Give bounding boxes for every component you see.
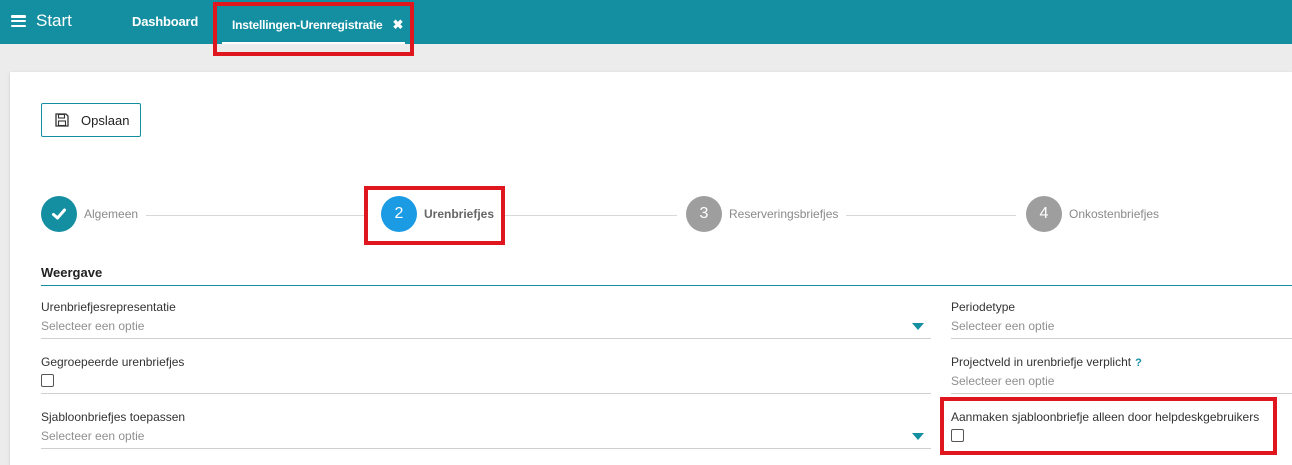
save-label: Opslaan bbox=[81, 112, 130, 128]
step-connector bbox=[505, 215, 677, 216]
projectveld-select[interactable]: Selecteer een optie bbox=[951, 374, 1292, 388]
checkmark-icon bbox=[41, 196, 77, 232]
urenbriefjesrepresentatie-select[interactable]: Selecteer een optie bbox=[41, 319, 931, 333]
hamburger-icon bbox=[11, 15, 26, 27]
chevron-down-icon[interactable] bbox=[912, 433, 924, 440]
field-underline bbox=[41, 393, 931, 394]
field-underline bbox=[41, 448, 931, 449]
tab-dashboard[interactable]: Dashboard bbox=[132, 14, 198, 29]
step-reserveringsbriefjes[interactable]: 3 Reserveringsbriefjes bbox=[686, 196, 838, 232]
aanmaken-sjabloon-label: Aanmaken sjabloonbriefje alleen door hel… bbox=[951, 410, 1260, 424]
start-label: Start bbox=[36, 11, 72, 30]
step-label: Algemeen bbox=[84, 207, 139, 221]
section-title: Weergave bbox=[41, 265, 103, 280]
urenbriefjesrepresentatie-label: Urenbriefjesrepresentatie bbox=[41, 300, 176, 314]
chevron-down-icon[interactable] bbox=[912, 323, 924, 330]
close-icon[interactable]: ✖ bbox=[392, 17, 403, 33]
field-underline bbox=[41, 338, 931, 339]
top-bar: Start Dashboard bbox=[0, 0, 1292, 44]
step-label: Reserveringsbriefjes bbox=[729, 207, 839, 221]
gegroepeerde-label: Gegroepeerde urenbriefjes bbox=[41, 355, 185, 369]
aanmaken-sjabloon-checkbox[interactable] bbox=[951, 429, 964, 442]
step-number: 3 bbox=[686, 196, 722, 232]
help-icon[interactable]: ? bbox=[1135, 357, 1142, 369]
step-urenbriefjes[interactable]: 2 Urenbriefjes bbox=[381, 196, 494, 232]
gegroepeerde-checkbox[interactable] bbox=[41, 374, 54, 387]
save-button[interactable]: Opslaan bbox=[41, 103, 141, 137]
step-number: 4 bbox=[1026, 196, 1062, 232]
tab-label: Instellingen-Urenregistratie bbox=[232, 18, 383, 32]
field-underline bbox=[951, 338, 1292, 339]
step-onkostenbriefjes[interactable]: 4 Onkostenbriefjes bbox=[1026, 196, 1159, 232]
tab-instellingen-urenregistratie[interactable]: Instellingen-Urenregistratie ✖ bbox=[222, 8, 405, 44]
periodetype-label: Periodetype bbox=[951, 300, 1016, 314]
projectveld-label: Projectveld in urenbriefje verplicht bbox=[951, 355, 1132, 369]
sjabloon-toepassen-label: Sjabloonbriefjes toepassen bbox=[41, 410, 186, 424]
projectveld-label-row: Projectveld in urenbriefje verplicht? bbox=[951, 355, 1142, 369]
step-connector bbox=[846, 215, 1016, 216]
step-connector bbox=[146, 215, 364, 216]
section-divider bbox=[41, 285, 1292, 286]
step-label: Onkostenbriefjes bbox=[1069, 207, 1160, 221]
aanmaken-sjabloon-highlight bbox=[940, 397, 1277, 455]
floppy-disk-icon bbox=[55, 113, 69, 127]
field-underline bbox=[951, 393, 1292, 394]
step-label: Urenbriefjes bbox=[424, 207, 495, 221]
tab-instellingen-highlight: Instellingen-Urenregistratie ✖ bbox=[213, 2, 414, 56]
step-algemeen[interactable]: Algemeen bbox=[41, 196, 138, 232]
start-menu-button[interactable]: Start bbox=[11, 11, 72, 31]
periodetype-select[interactable]: Selecteer een optie bbox=[951, 319, 1292, 333]
sjabloon-toepassen-select[interactable]: Selecteer een optie bbox=[41, 429, 931, 443]
step-number: 2 bbox=[381, 196, 417, 232]
